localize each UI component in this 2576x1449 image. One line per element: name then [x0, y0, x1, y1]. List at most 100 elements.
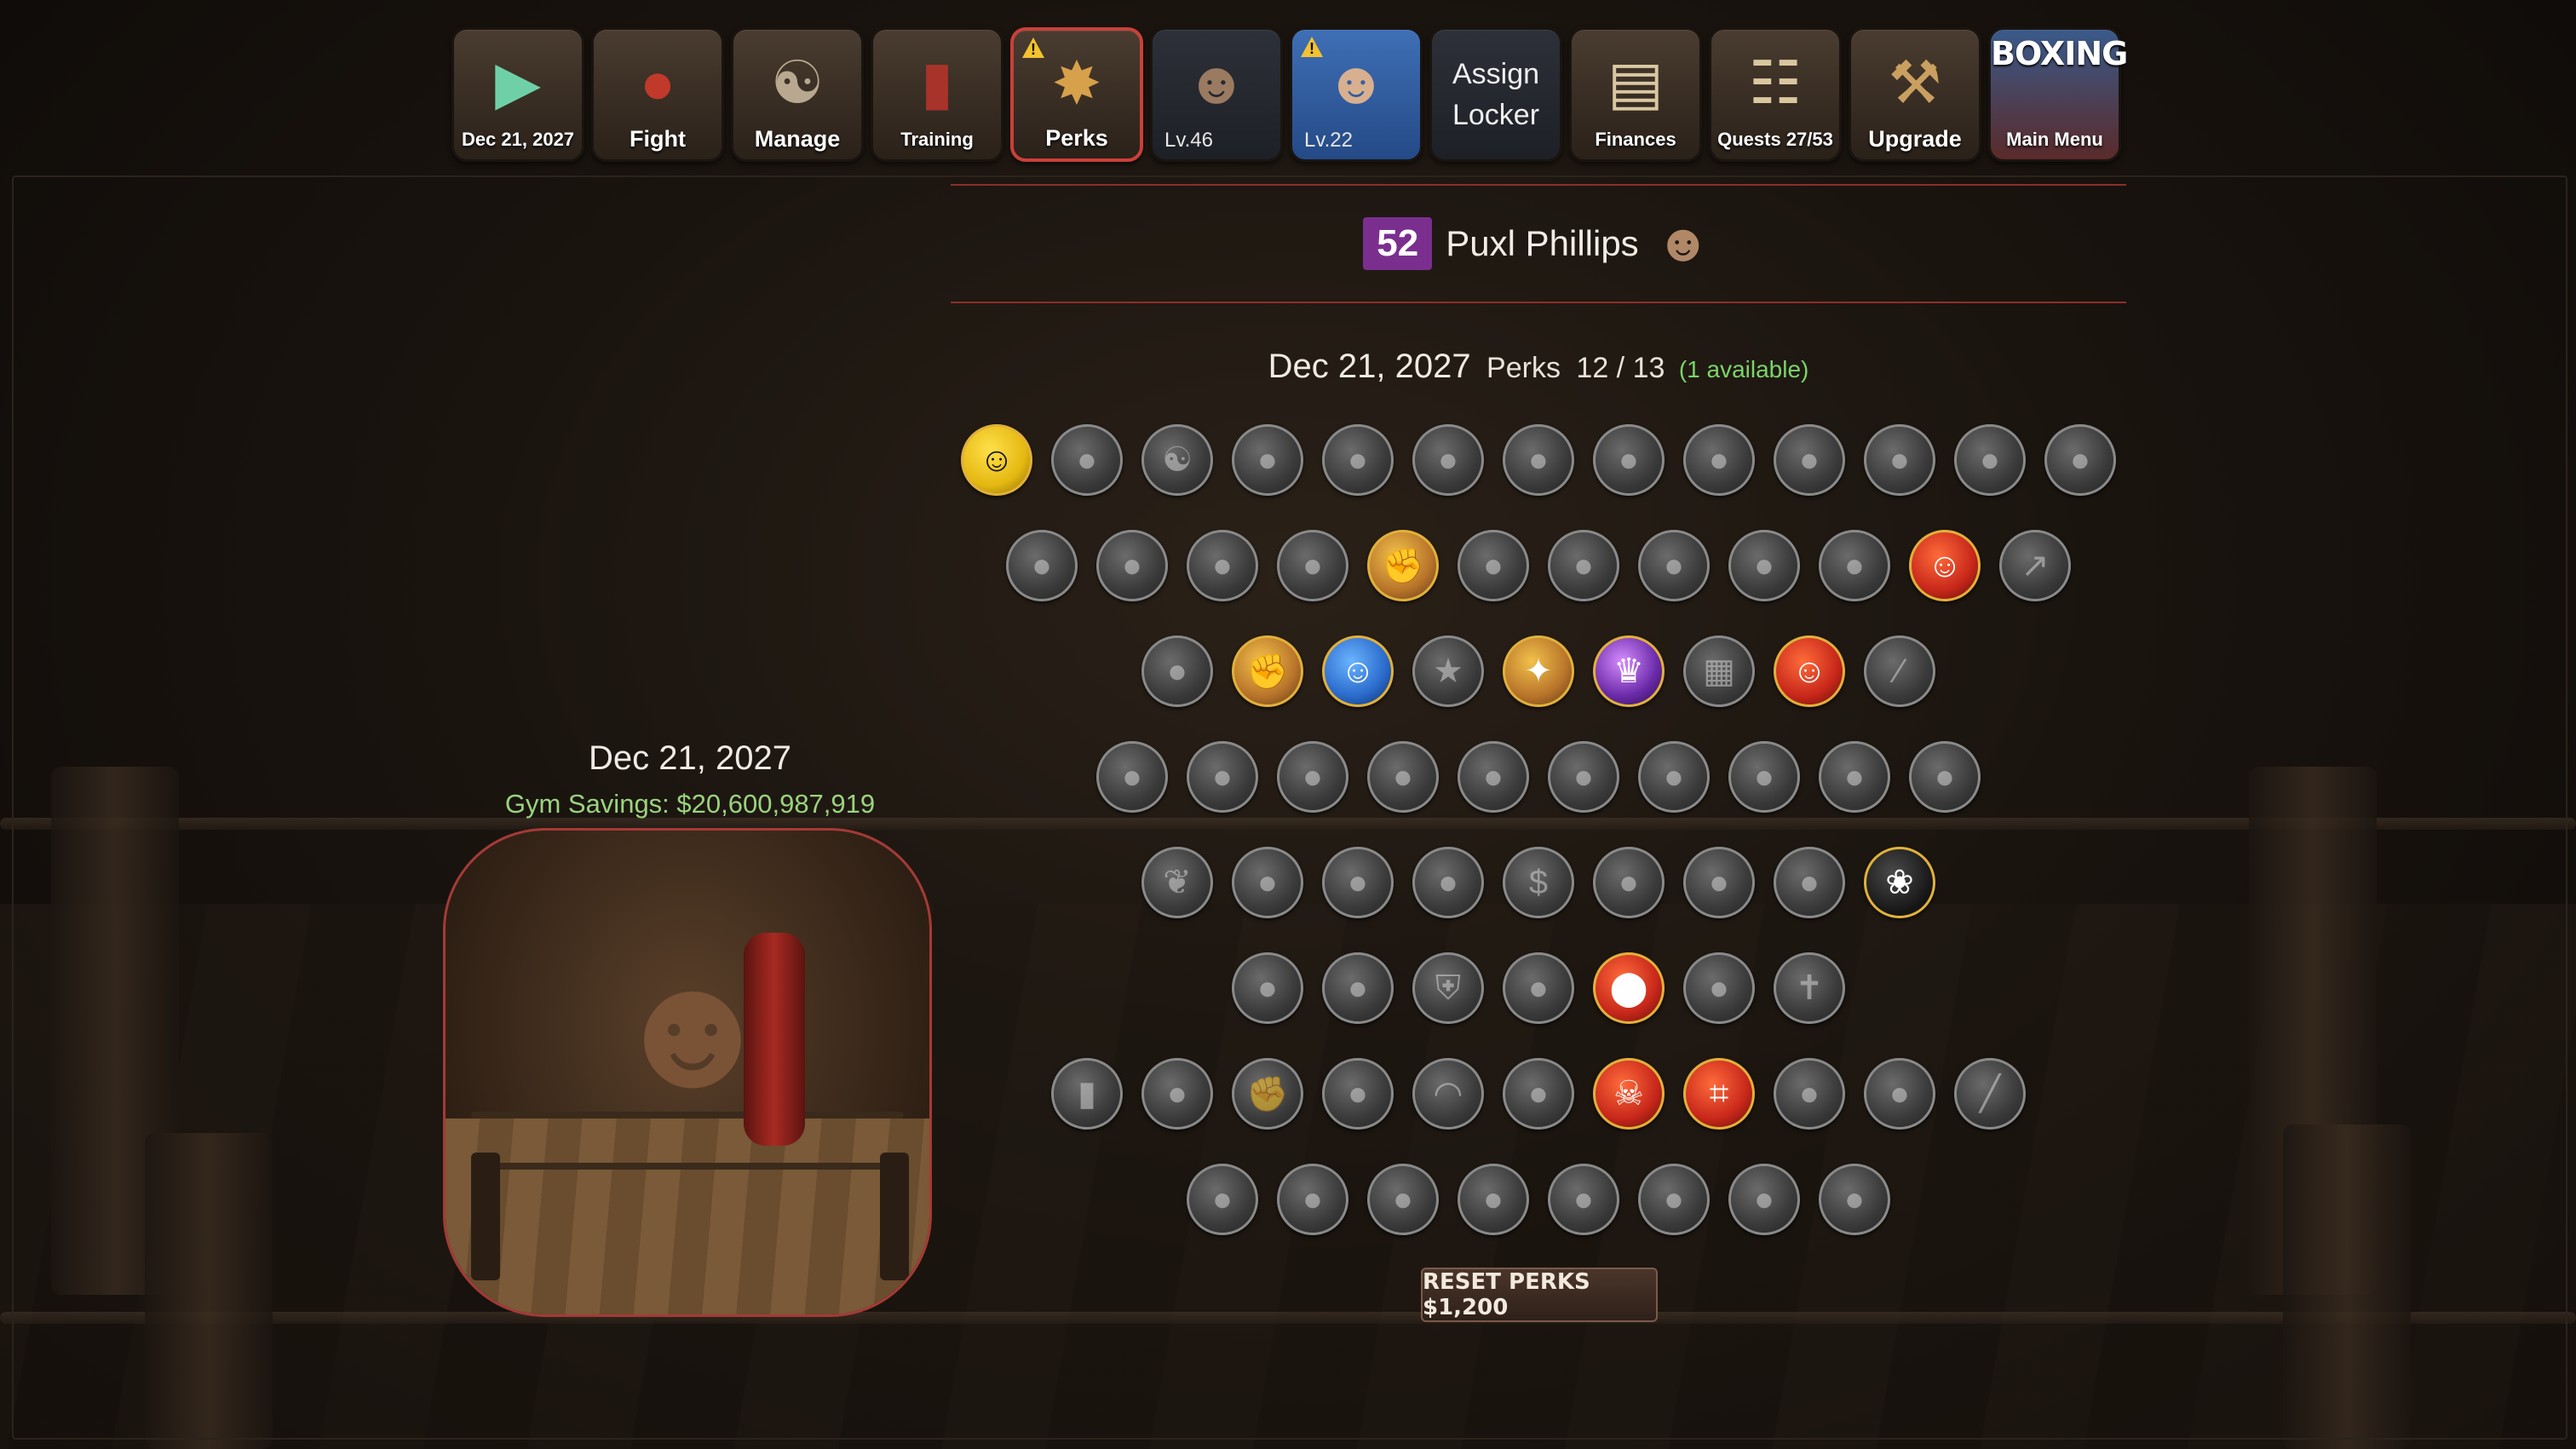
- perk-icon[interactable]: ●: [1819, 530, 1890, 601]
- upgrade-button[interactable]: ⚒ Upgrade: [1849, 27, 1981, 162]
- perk-icon[interactable]: ●: [1141, 635, 1213, 707]
- muscle-man-icon[interactable]: ☺: [1909, 530, 1981, 601]
- main-menu-button[interactable]: BOXING Main Menu: [1988, 27, 2128, 162]
- cage-icon[interactable]: ▦: [1683, 635, 1755, 707]
- boxer-avatar-icon[interactable]: ☻: [1653, 207, 1714, 280]
- boxer-portrait-1[interactable]: ☻ Lv.46: [1150, 27, 1283, 162]
- perk-icon[interactable]: ●: [1774, 424, 1845, 496]
- continue-button[interactable]: ▶ Dec 21, 2027: [451, 27, 584, 162]
- perk-icon[interactable]: ●: [1683, 424, 1755, 496]
- perk-icon[interactable]: ●: [1954, 424, 2026, 496]
- perk-icon[interactable]: ●: [1187, 741, 1258, 813]
- boxer-portrait-2[interactable]: ☻ Lv.22: [1290, 27, 1423, 162]
- perk-icon[interactable]: ●: [2044, 424, 2116, 496]
- dollar-icon[interactable]: $: [1503, 847, 1574, 918]
- perk-icon[interactable]: ●: [1458, 741, 1529, 813]
- perk-icon[interactable]: ●: [1683, 952, 1755, 1024]
- perk-icon[interactable]: ●: [1864, 424, 1935, 496]
- training-button[interactable]: ▮ Training: [871, 27, 1003, 162]
- perk-icon[interactable]: ●: [1367, 741, 1439, 813]
- perk-icon[interactable]: ●: [1503, 952, 1574, 1024]
- perks-available: (1 available): [1678, 356, 1809, 382]
- flex-arm-icon[interactable]: ✊: [1367, 530, 1439, 601]
- blade-icon[interactable]: ∕: [1864, 635, 1935, 707]
- fist-icon[interactable]: ✊: [1232, 635, 1303, 707]
- perk-icon[interactable]: ●: [1277, 530, 1348, 601]
- perk-icon[interactable]: ●: [1322, 1058, 1394, 1130]
- perk-icon[interactable]: ●: [1593, 424, 1665, 496]
- perk-icon[interactable]: ●: [1458, 1164, 1529, 1235]
- perk-icon[interactable]: ●: [1322, 424, 1394, 496]
- perk-icon[interactable]: ●: [1322, 952, 1394, 1024]
- perk-icon[interactable]: ●: [1683, 847, 1755, 918]
- handshake-icon[interactable]: ☯: [1141, 424, 1213, 496]
- perk-icon[interactable]: ●: [1412, 424, 1484, 496]
- perk-icon[interactable]: ●: [1774, 1058, 1845, 1130]
- perk-icon[interactable]: ●: [1187, 530, 1258, 601]
- quests-button[interactable]: ☷ Quests 27/53: [1709, 27, 1842, 162]
- perk-icon[interactable]: ●: [1909, 741, 1981, 813]
- perk-icon[interactable]: ●: [1096, 741, 1168, 813]
- perk-icon[interactable]: ●: [1096, 530, 1168, 601]
- perk-icon[interactable]: ●: [1141, 1058, 1213, 1130]
- perk-row: ❦ ● ● ● $ ● ● ● ❀: [951, 830, 2126, 935]
- perk-icon[interactable]: ●: [1548, 530, 1619, 601]
- perk-icon[interactable]: ●: [1232, 424, 1303, 496]
- red-fighter-icon[interactable]: ☺: [1774, 635, 1845, 707]
- manage-button[interactable]: ☯ Manage: [731, 27, 864, 162]
- revolver-icon[interactable]: ⌗: [1683, 1058, 1755, 1130]
- perk-icon[interactable]: ●: [1548, 1164, 1619, 1235]
- finances-button[interactable]: ▤ Finances: [1569, 27, 1702, 162]
- perk-icon[interactable]: ●: [1277, 741, 1348, 813]
- perk-grid: ☺ ● ☯ ● ● ● ● ● ● ● ● ● ● ● ● ● ● ✊ ● ● ● ● ● ☺ ↗ ● ✊ ☺ ★ ✦ ♛ ▦ ☺ ∕ ● ● ● ● ● ●…: [951, 407, 2126, 1252]
- perk-icon[interactable]: ●: [1593, 847, 1665, 918]
- syringe-icon[interactable]: ╱: [1954, 1058, 2026, 1130]
- silhouette-icon[interactable]: ☺: [961, 424, 1032, 496]
- perk-icon[interactable]: ●: [1006, 530, 1078, 601]
- fight-button[interactable]: ● Fight: [591, 27, 724, 162]
- perk-icon[interactable]: ●: [1728, 741, 1800, 813]
- perk-icon[interactable]: ●: [1412, 847, 1484, 918]
- ledger-book-icon: ▤: [1607, 49, 1665, 116]
- perks-button[interactable]: ✸ Perks: [1010, 27, 1143, 162]
- perk-icon[interactable]: ●: [1503, 1058, 1574, 1130]
- perk-icon[interactable]: ●: [1322, 847, 1394, 918]
- bottle-icon[interactable]: ▮: [1051, 1058, 1123, 1130]
- fighter-icon[interactable]: ☺: [1322, 635, 1394, 707]
- perk-icon[interactable]: ●: [1277, 1164, 1348, 1235]
- perk-icon[interactable]: ●: [1774, 847, 1845, 918]
- perk-icon[interactable]: ●: [1187, 1164, 1258, 1235]
- rose-icon[interactable]: ❀: [1864, 847, 1935, 918]
- perk-icon[interactable]: ●: [1367, 1164, 1439, 1235]
- perk-icon[interactable]: ●: [1051, 424, 1123, 496]
- perk-icon[interactable]: ●: [1232, 952, 1303, 1024]
- perk-icon[interactable]: ●: [1819, 1164, 1890, 1235]
- quests-label: Quests 27/53: [1717, 129, 1833, 150]
- perk-icon[interactable]: ●: [1503, 424, 1574, 496]
- perk-icon[interactable]: ●: [1728, 530, 1800, 601]
- glow-fighter-icon[interactable]: ✦: [1503, 635, 1574, 707]
- medal-icon[interactable]: ★: [1412, 635, 1484, 707]
- skull-icon[interactable]: ☠: [1593, 1058, 1665, 1130]
- ring-post: [2283, 1124, 2411, 1449]
- perk-icon[interactable]: ●: [1232, 847, 1303, 918]
- gym-illustration: ☻: [443, 828, 932, 1317]
- perk-icon[interactable]: ●: [1819, 741, 1890, 813]
- perk-icon[interactable]: ●: [1728, 1164, 1800, 1235]
- cross-icon[interactable]: ✝: [1774, 952, 1845, 1024]
- perk-icon[interactable]: ●: [1638, 1164, 1710, 1235]
- perk-icon[interactable]: ●: [1864, 1058, 1935, 1130]
- fist-icon[interactable]: ✊: [1232, 1058, 1303, 1130]
- helmet-icon[interactable]: ⬤: [1593, 952, 1665, 1024]
- shield-icon[interactable]: ⛨: [1412, 952, 1484, 1024]
- chart-icon[interactable]: ↗: [1999, 530, 2071, 601]
- reset-perks-button[interactable]: RESET PERKS $1,200: [1421, 1268, 1658, 1322]
- perk-icon[interactable]: ●: [1638, 741, 1710, 813]
- dome-icon[interactable]: ◠: [1412, 1058, 1484, 1130]
- perk-icon[interactable]: ●: [1548, 741, 1619, 813]
- perk-icon[interactable]: ●: [1458, 530, 1529, 601]
- assign-locker-button[interactable]: Assign Locker: [1429, 27, 1562, 162]
- champion-icon[interactable]: ♛: [1593, 635, 1665, 707]
- perk-icon[interactable]: ●: [1638, 530, 1710, 601]
- feather-icon[interactable]: ❦: [1141, 847, 1213, 918]
